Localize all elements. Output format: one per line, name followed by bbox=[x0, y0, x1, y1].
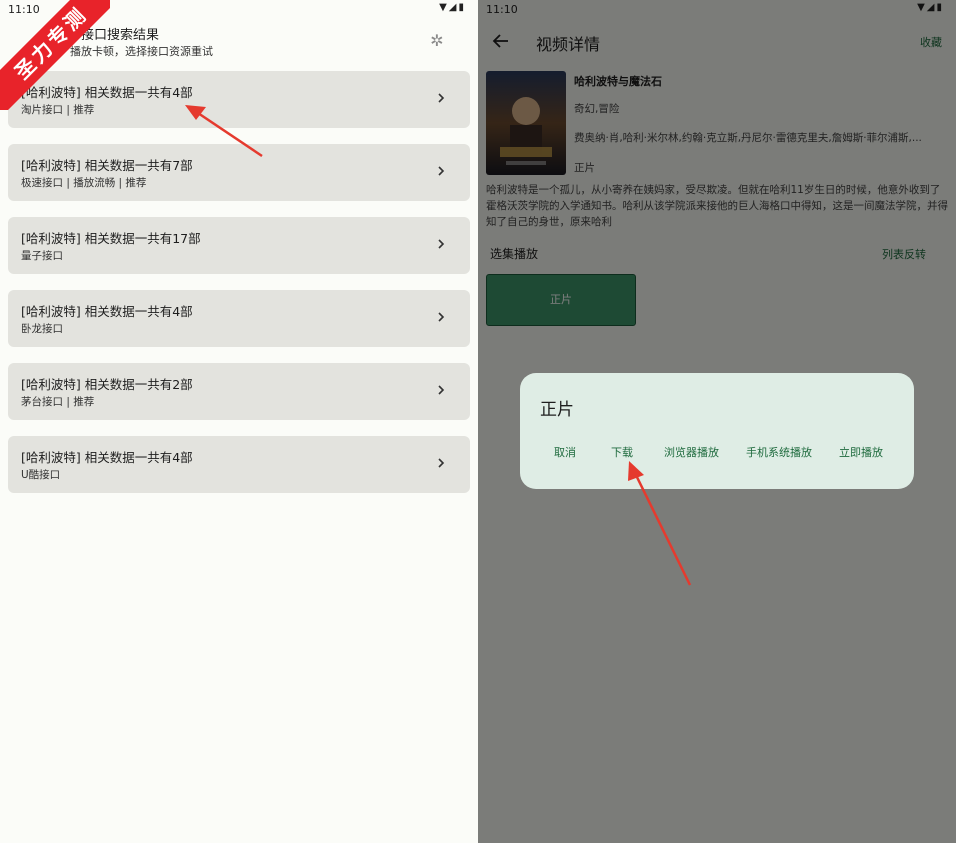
result-item[interactable]: [哈利波特] 相关数据一共有17部 量子接口 bbox=[8, 217, 470, 274]
result-item[interactable]: [哈利波特] 相关数据一共有4部 卧龙接口 bbox=[8, 290, 470, 347]
result-tags: 茅台接口 | 推荐 bbox=[21, 396, 95, 408]
cancel-button[interactable]: 取消 bbox=[554, 444, 576, 460]
result-item[interactable]: [哈利波特] 相关数据一共有7部 极速接口 | 播放流畅 | 推荐 bbox=[8, 144, 470, 201]
download-button[interactable]: 下载 bbox=[611, 444, 633, 460]
watermark-text: 圣力专测 bbox=[0, 0, 110, 110]
chevron-right-icon bbox=[438, 312, 445, 322]
result-title: [哈利波特] 相关数据一共有4部 bbox=[21, 450, 193, 465]
search-results-screen: 11:10 ▼◢▮ 多接口搜索结果 播放卡顿，选择接口资源重试 ✲ [哈利波特]… bbox=[0, 0, 478, 843]
result-tags: 卧龙接口 bbox=[21, 323, 63, 335]
system-player-button[interactable]: 手机系统播放 bbox=[746, 444, 812, 460]
result-title: [哈利波特] 相关数据一共有17部 bbox=[21, 231, 201, 246]
result-title: [哈利波特] 相关数据一共有7部 bbox=[21, 158, 193, 173]
play-options-dialog: 正片 取消 下载 浏览器播放 手机系统播放 立即播放 bbox=[520, 373, 914, 489]
dialog-actions: 取消 下载 浏览器播放 手机系统播放 立即播放 bbox=[520, 444, 914, 460]
result-item[interactable]: [哈利波特] 相关数据一共有2部 茅台接口 | 推荐 bbox=[8, 363, 470, 420]
play-now-button[interactable]: 立即播放 bbox=[839, 444, 883, 460]
result-tags: U酷接口 bbox=[21, 469, 61, 481]
chevron-right-icon bbox=[438, 166, 445, 176]
chevron-right-icon bbox=[438, 239, 445, 249]
chevron-right-icon bbox=[438, 385, 445, 395]
dialog-title: 正片 bbox=[540, 400, 574, 420]
result-tags: 极速接口 | 播放流畅 | 推荐 bbox=[21, 177, 147, 189]
browser-play-button[interactable]: 浏览器播放 bbox=[664, 444, 719, 460]
result-title: [哈利波特] 相关数据一共有4部 bbox=[21, 304, 193, 319]
result-tags: 量子接口 bbox=[21, 250, 63, 262]
video-detail-screen: 11:10 ▼◢▮ 视频详情 收藏 哈利波特与魔法石 奇幻,冒险 费奥纳·肖,哈… bbox=[478, 0, 956, 843]
wifi-icon: ▼ bbox=[439, 2, 449, 13]
watermark-ribbon: 圣力专测 bbox=[0, 0, 110, 110]
result-item[interactable]: [哈利波特] 相关数据一共有4部 U酷接口 bbox=[8, 436, 470, 493]
chevron-right-icon bbox=[438, 458, 445, 468]
status-icons: ▼◢▮ bbox=[439, 2, 466, 13]
battery-icon: ▮ bbox=[458, 2, 466, 13]
chevron-right-icon bbox=[438, 93, 445, 103]
result-title: [哈利波特] 相关数据一共有2部 bbox=[21, 377, 193, 392]
loading-spinner-icon: ✲ bbox=[430, 31, 444, 50]
result-list: [哈利波特] 相关数据一共有4部 淘片接口 | 推荐 [哈利波特] 相关数据一共… bbox=[8, 71, 470, 509]
